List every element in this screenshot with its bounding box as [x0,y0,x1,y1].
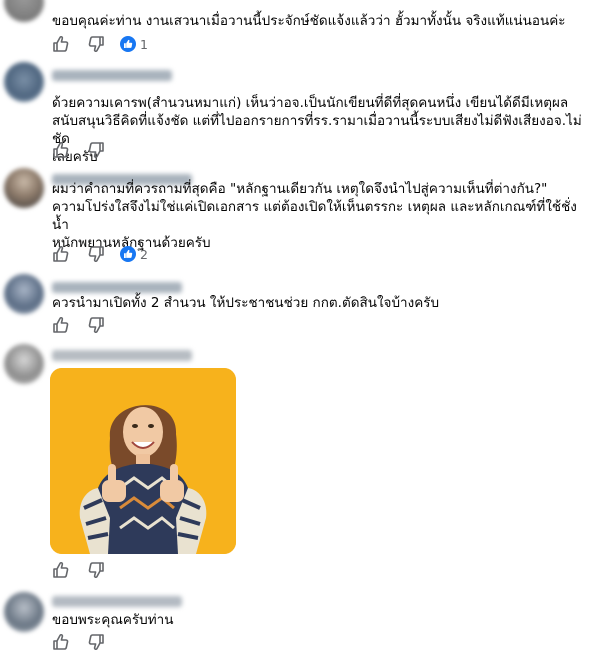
thumbs-up-icon[interactable] [52,35,70,53]
thumbs-down-icon[interactable] [87,633,105,651]
thumbs-up-icon[interactable] [52,633,70,651]
thumbs-down-icon[interactable] [87,35,105,53]
author-name[interactable] [52,350,192,361]
thumbs-up-icon[interactable] [52,561,70,579]
thumbs-down-icon[interactable] [87,316,105,334]
comment-actions: 1 [52,34,148,54]
comment-text: ผมว่าคำถามที่ควรถามที่สุดคือ "หลักฐานเดี… [52,181,577,251]
reaction-count: 1 [140,36,148,52]
like-reaction-icon [120,36,136,52]
avatar[interactable] [4,168,44,208]
author-name[interactable] [52,282,182,293]
thumbs-up-icon[interactable] [52,245,70,263]
comment-text: ด้วยความเคารพ(สำนวนหมาแก่) เห็นว่าอจ.เป็… [52,95,582,165]
comment-actions [52,560,122,580]
thumbs-up-icon[interactable] [52,141,70,159]
avatar[interactable] [4,0,44,22]
thumbs-down-icon[interactable] [87,141,105,159]
reaction-summary[interactable]: 2 [120,246,148,262]
comment-actions [52,632,122,652]
comment-text: ควรนำมาเปิดทั้ง 2 สำนวน ให้ประชาชนช่วย ก… [52,295,440,311]
like-reaction-icon [120,246,136,262]
gif-attachment[interactable] [50,368,236,554]
author-name[interactable] [52,596,182,607]
thumbs-down-icon[interactable] [87,561,105,579]
reaction-count: 2 [140,246,148,262]
comment-text: ขอบคุณค่ะท่าน งานเสวนาเมื่อวานนี้ประจักษ… [52,13,566,29]
author-name[interactable] [52,70,172,81]
comment-actions: 2 [52,244,148,264]
reaction-summary[interactable]: 1 [120,36,148,52]
comment-actions [52,315,122,335]
comment-actions [52,140,122,160]
thumbs-down-icon[interactable] [87,245,105,263]
avatar[interactable] [4,62,44,102]
thumbs-up-icon[interactable] [52,316,70,334]
avatar[interactable] [4,592,44,632]
avatar[interactable] [4,274,44,314]
avatar[interactable] [4,344,44,384]
comment-text: ขอบพระคุณครับท่าน [52,612,174,628]
